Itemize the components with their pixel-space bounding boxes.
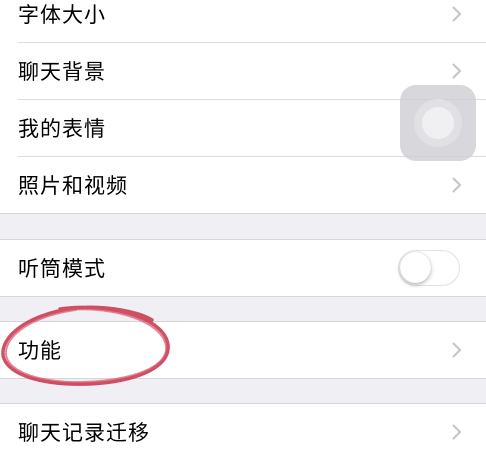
chevron-right-icon [452,424,461,440]
settings-group-features: 功能 [0,322,486,378]
toggle-knob [400,252,431,283]
assistive-touch-core [422,107,454,139]
settings-group-migration: 聊天记录迁移 [0,404,486,460]
assistive-touch-button[interactable] [400,85,476,161]
settings-row-label: 照片和视频 [18,174,128,198]
settings-row-label: 听筒模式 [18,257,106,281]
section-border [0,213,486,214]
section-border [0,296,486,297]
settings-row-chat-history-migration[interactable]: 聊天记录迁移 [0,404,486,460]
settings-row-font-size[interactable]: 字体大小 [0,0,486,42]
chevron-right-icon [452,342,461,358]
earpiece-mode-toggle[interactable] [398,250,460,286]
settings-row-features[interactable]: 功能 [0,322,486,378]
settings-row-label: 聊天记录迁移 [18,421,150,445]
settings-group-earpiece: 听筒模式 [0,240,486,296]
settings-row-label: 字体大小 [18,3,106,27]
chevron-right-icon [452,6,461,22]
section-border [0,378,486,379]
chevron-right-icon [452,177,461,193]
settings-row-label: 聊天背景 [18,60,106,84]
chevron-right-icon [452,63,461,79]
settings-row-earpiece-mode: 听筒模式 [0,240,486,296]
settings-row-label: 功能 [18,339,62,363]
settings-row-photos-videos[interactable]: 照片和视频 [0,157,486,213]
settings-row-label: 我的表情 [18,117,106,141]
